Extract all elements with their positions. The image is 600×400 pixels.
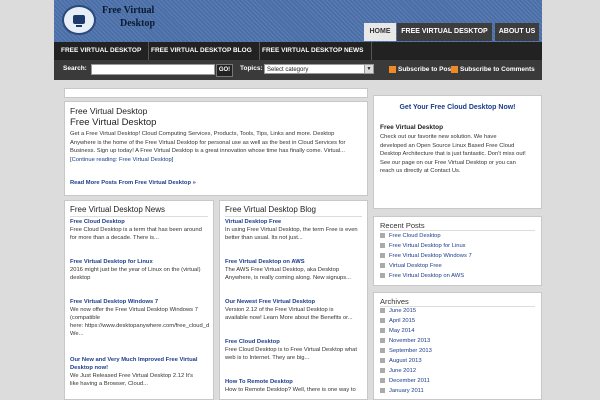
recent-post-link[interactable]: Virtual Desktop Free [380,263,442,270]
archive-link[interactable]: September 2013 [380,348,432,355]
post-excerpt: Free Cloud Desktop is to Free Virtual De… [225,347,357,361]
search-input[interactable] [91,64,215,75]
list-item: Free Cloud Desktop Free Cloud Desktop is… [225,338,363,362]
post-title-link[interactable]: How To Remote Desktop [225,378,363,386]
post-excerpt: In using Free Virtual Desktop, the term … [225,227,358,241]
bullet-icon [380,233,385,238]
list-item: Free Virtual Desktop Windows 7 We now of… [70,298,209,338]
bullet-icon [380,378,385,383]
list-item: Free Virtual Desktop on AWS The AWS Free… [225,258,363,282]
archives-heading: Archives [380,297,409,306]
nav-item-free-virtual-desktop[interactable]: FREE VIRTUAL DESKTOP [54,42,150,60]
post-excerpt: The AWS Free Virtual Desktop, aka Deskto… [225,267,351,281]
recent-post-link[interactable]: Free Virtual Desktop on AWS [380,273,464,280]
site-logo-icon[interactable] [62,5,96,35]
continue-reading-link[interactable]: [Continue reading: Free Virtual Desktop] [70,157,173,163]
bullet-icon [380,358,385,363]
list-item: How To Remote Desktop How to Remote Desk… [225,378,363,394]
recent-post-link[interactable]: Free Cloud Desktop [380,233,441,240]
cloud-desktop-widget: Get Your Free Cloud Desktop Now! Free Vi… [373,95,542,209]
archive-link[interactable]: August 2013 [380,358,422,365]
bullet-icon [380,318,385,323]
site-title[interactable]: Free Virtual Desktop [102,4,202,30]
recent-posts-widget: Recent Posts Free Cloud Desktop Free Vir… [373,216,542,286]
archives-widget: Archives June 2015 April 2015 May 2014 N… [373,292,542,400]
post-title-link[interactable]: Free Cloud Desktop [225,338,363,346]
subscribe-posts-link[interactable]: Subscribe to Posts [389,66,457,73]
archive-link[interactable]: November 2013 [380,338,430,345]
post-title-link[interactable]: Our New and Very Much Improved Free Virt… [70,356,209,372]
topics-label: Topics: [240,65,263,72]
post-excerpt: 2016 might just be the year of Linux on … [70,267,201,281]
search-bar: Search: GO! Topics: Select category ▼ Su… [54,60,542,80]
category-nav: FREE VIRTUAL DESKTOP FREE VIRTUAL DESKTO… [54,42,542,60]
post-excerpt: How to Remote Desktop? Well, there is on… [225,387,356,393]
featured-post: Free Virtual Desktop Free Virtual Deskto… [64,101,368,196]
tab-about-us[interactable]: ABOUT US [495,23,539,41]
monitor-icon [73,15,85,24]
post-title-link[interactable]: Virtual Desktop Free [225,218,363,226]
post-title-link[interactable]: Free Virtual Desktop Windows 7 [70,298,209,306]
list-item: Free Cloud Desktop Free Cloud Desktop is… [70,218,209,242]
post-excerpt: We Just Released Free Virtual Desktop 2.… [70,373,194,387]
tab-home[interactable]: HOME [364,23,396,41]
post-title-link[interactable]: Our Newest Free Virtual Desktop [225,298,363,306]
read-more-link[interactable]: Read More Posts From Free Virtual Deskto… [70,180,196,186]
archive-link[interactable]: June 2012 [380,368,416,375]
bullet-icon [380,253,385,258]
nav-item-blog[interactable]: FREE VIRTUAL DESKTOP BLOG [144,42,260,60]
archive-link[interactable]: June 2015 [380,308,416,315]
bullet-icon [380,388,385,393]
list-item: Free Virtual Desktop for Linux 2016 migh… [70,258,209,282]
bullet-icon [380,348,385,353]
subscribe-comments-link[interactable]: Subscribe to Comments [451,66,535,73]
blog-column: Free Virtual Desktop Blog Virtual Deskto… [219,200,368,400]
recent-posts-heading: Recent Posts [380,221,425,230]
bullet-icon [380,338,385,343]
chevron-down-icon: ▼ [364,65,373,73]
news-heading: Free Virtual Desktop News [70,205,165,214]
cloud-widget-text: Check out our favorite new solution. We … [380,134,526,174]
bullet-icon [380,273,385,278]
post-title-link[interactable]: Free Virtual Desktop on AWS [225,258,363,266]
go-button[interactable]: GO! [216,64,233,77]
rss-icon [451,66,458,73]
bullet-icon [380,263,385,268]
bullet-icon [380,243,385,248]
featured-excerpt: Get a Free Virtual Desktop! Cloud Comput… [70,131,346,163]
nav-item-news[interactable]: FREE VIRTUAL DESKTOP NEWS [255,42,372,60]
recent-post-link[interactable]: Free Virtual Desktop for Linux [380,243,466,250]
category-select-value: Select category [267,67,309,73]
cloud-widget-title: Free Virtual Desktop [380,124,444,131]
search-label: Search: [63,65,87,72]
bullet-icon [380,308,385,313]
cloud-cta-link[interactable]: Get Your Free Cloud Desktop Now! [374,104,541,111]
list-item: Our Newest Free Virtual Desktop Version … [225,298,363,322]
post-title-link[interactable]: Free Cloud Desktop [70,218,209,226]
site-header: Free Virtual Desktop HOME FREE VIRTUAL D… [54,0,542,42]
bullet-icon [380,328,385,333]
news-column: Free Virtual Desktop News Free Cloud Des… [64,200,214,400]
post-excerpt: Free Cloud Desktop is a term that has be… [70,227,202,241]
post-excerpt: Version 2.12 of the Free Virtual Desktop… [225,307,353,321]
rss-icon [389,66,396,73]
tab-free-virtual-desktop[interactable]: FREE VIRTUAL DESKTOP [397,23,492,41]
bullet-icon [380,368,385,373]
recent-post-link[interactable]: Free Virtual Desktop Windows 7 [380,253,472,260]
list-item: Our New and Very Much Improved Free Virt… [70,356,209,388]
featured-section-title: Free Virtual Desktop [70,106,148,116]
blog-heading: Free Virtual Desktop Blog [225,205,317,214]
archive-link[interactable]: May 2014 [380,328,414,335]
top-strip [64,88,368,98]
featured-post-title[interactable]: Free Virtual Desktop [70,117,156,128]
archive-link[interactable]: April 2015 [380,318,415,325]
archive-link[interactable]: January 2011 [380,388,424,395]
archive-link[interactable]: December 2011 [380,378,430,385]
post-excerpt: We now offer the Free Virtual Desktop Wi… [70,307,209,337]
list-item: Virtual Desktop Free In using Free Virtu… [225,218,363,242]
category-select[interactable]: Select category ▼ [264,64,374,74]
post-title-link[interactable]: Free Virtual Desktop for Linux [70,258,209,266]
